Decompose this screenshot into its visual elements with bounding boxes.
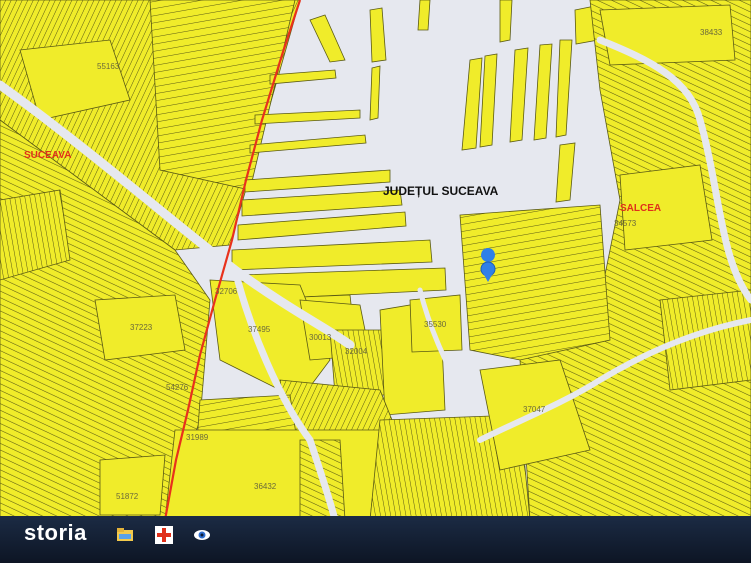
parcel-number: 32004 — [345, 347, 368, 356]
cadastral-map[interactable]: JUDEȚUL SUCEAVA SUCEAVA SALCEA 55163 384… — [0, 0, 751, 520]
parcel-number: 37047 — [523, 405, 546, 414]
locality-label-suceava: SUCEAVA — [24, 150, 72, 161]
parcel-number: 35530 — [424, 320, 447, 329]
parcel-number: 31989 — [186, 433, 209, 442]
storia-watermark: storia — [24, 520, 87, 545]
parcel-number: 51872 — [116, 492, 139, 501]
county-label: JUDEȚUL SUCEAVA — [383, 184, 499, 198]
parcel-number: 30013 — [309, 333, 332, 342]
parcel-number: 37223 — [130, 323, 153, 332]
parcel-number: 34573 — [614, 219, 637, 228]
parcel-number: 54276 — [166, 383, 189, 392]
parcels-north-strips — [249, 0, 601, 203]
folder-icon[interactable] — [116, 526, 134, 544]
parcels-south — [164, 414, 531, 520]
parcels-east — [459, 0, 751, 520]
red-cross-icon[interactable] — [155, 526, 173, 544]
taskbar: storia — [0, 516, 751, 563]
map-canvas — [0, 0, 751, 520]
eye-icon[interactable] — [193, 526, 211, 544]
parcel-number: 37495 — [248, 325, 271, 334]
locality-label-salcea: SALCEA — [620, 203, 662, 214]
parcel-number: 36432 — [254, 482, 277, 491]
parcel-number: 38433 — [700, 28, 723, 37]
parcel-number: 32706 — [215, 287, 238, 296]
parcel-number: 55163 — [97, 62, 120, 71]
